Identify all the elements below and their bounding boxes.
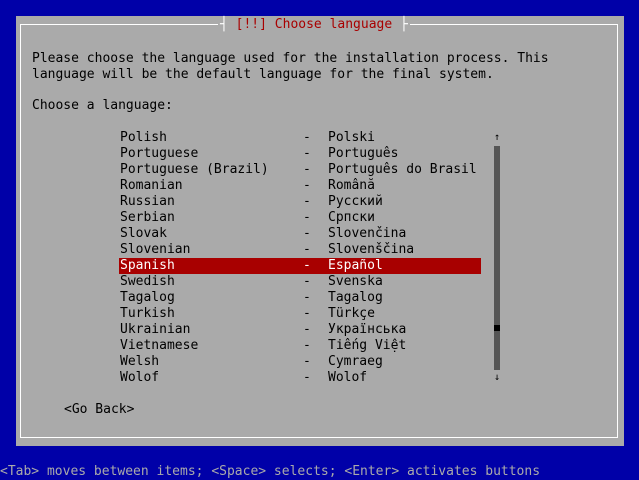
language-separator: - (303, 290, 311, 305)
language-native-name: Română (328, 178, 375, 193)
list-scrollbar[interactable]: ↑ ↓ (492, 130, 502, 386)
language-native-name: Português (328, 146, 399, 161)
language-name: Tagalog (120, 290, 175, 305)
language-separator: - (303, 146, 311, 161)
language-separator: - (303, 338, 311, 353)
dialog-title: ┤ [!!] Choose language ├ (218, 17, 410, 33)
language-separator: - (303, 258, 311, 273)
language-item[interactable]: Slovak - Slovenčina (119, 226, 481, 242)
language-item[interactable]: Polish - Polski (119, 130, 481, 146)
language-name: Portuguese (Brazil) (120, 162, 269, 177)
language-separator: - (303, 242, 311, 257)
language-name: Portuguese (120, 146, 199, 161)
language-separator: - (303, 178, 311, 193)
language-separator: - (303, 210, 311, 225)
title-left-bracket: ┤ (220, 17, 236, 32)
language-native-name: Српски (328, 210, 375, 225)
language-item[interactable]: Vietnamese - Tiếng Việt (119, 338, 481, 354)
scroll-thumb[interactable] (494, 325, 500, 331)
language-native-name: Svenska (328, 274, 383, 289)
language-name: Spanish (120, 258, 175, 273)
language-separator: - (303, 226, 311, 241)
language-dialog: ┤ [!!] Choose language ├ Please choose t… (16, 16, 624, 446)
language-separator: - (303, 274, 311, 289)
language-native-name: Wolof (328, 370, 368, 385)
language-separator: - (303, 130, 311, 145)
scroll-down-icon[interactable]: ↓ (492, 370, 502, 386)
language-item[interactable]: Swedish - Svenska (119, 274, 481, 290)
language-name: Turkish (120, 306, 175, 321)
language-name: Slovak (120, 226, 167, 241)
language-item[interactable]: Portuguese - Português (119, 146, 481, 162)
language-native-name: Tagalog (328, 290, 383, 305)
language-name: Welsh (120, 354, 160, 369)
scroll-track[interactable] (494, 146, 500, 370)
language-native-name: Русский (328, 194, 383, 209)
language-name: Russian (120, 194, 175, 209)
language-name: Wolof (120, 370, 160, 385)
language-item[interactable]: Slovenian - Slovenščina (119, 242, 481, 258)
scroll-up-icon[interactable]: ↑ (492, 130, 502, 146)
language-separator: - (303, 306, 311, 321)
language-separator: - (303, 354, 311, 369)
language-native-name: Tiếng Việt (328, 338, 407, 353)
language-separator: - (303, 194, 311, 209)
language-item[interactable]: Russian - Русский (119, 194, 481, 210)
language-name: Slovenian (120, 242, 191, 257)
language-native-name: Cymraeg (328, 354, 383, 369)
language-name: Polish (120, 130, 167, 145)
language-item[interactable]: Tagalog - Tagalog (119, 290, 481, 306)
language-item-selected[interactable]: Spanish - Español (119, 258, 481, 274)
language-name: Romanian (120, 178, 183, 193)
prompt-text: Please choose the language used for the … (32, 51, 549, 82)
language-item[interactable]: Romanian - Română (119, 178, 481, 194)
list-label: Choose a language: (32, 98, 173, 113)
title-right-bracket: ├ (392, 17, 408, 32)
language-native-name: Polski (328, 130, 375, 145)
language-item[interactable]: Welsh - Cymraeg (119, 354, 481, 370)
help-footer: <Tab> moves between items; <Space> selec… (0, 464, 541, 479)
language-separator: - (303, 162, 311, 177)
language-item[interactable]: Serbian - Српски (119, 210, 481, 226)
go-back-button[interactable]: <Go Back> (64, 402, 134, 418)
language-name: Vietnamese (120, 338, 199, 353)
dialog-title-text: [!!] Choose language (235, 17, 393, 32)
language-native-name: Português do Brasil (328, 162, 477, 177)
language-native-name: Українська (328, 322, 407, 337)
language-item[interactable]: Ukrainian - Українська (119, 322, 481, 338)
language-native-name: Español (328, 258, 383, 273)
language-native-name: Slovenčina (328, 226, 407, 241)
language-separator: - (303, 322, 311, 337)
language-name: Ukrainian (120, 322, 191, 337)
language-native-name: Slovenščina (328, 242, 415, 257)
language-native-name: Türkçe (328, 306, 375, 321)
language-list[interactable]: Polish - Polski Portuguese - Português Portugu… (119, 130, 481, 386)
language-item[interactable]: Portuguese (Brazil) - Português do Brasil (119, 162, 481, 178)
language-name: Swedish (120, 274, 175, 289)
language-name: Serbian (120, 210, 175, 225)
language-item[interactable]: Turkish - Türkçe (119, 306, 481, 322)
language-separator: - (303, 370, 311, 385)
language-item[interactable]: Wolof - Wolof (119, 370, 481, 386)
